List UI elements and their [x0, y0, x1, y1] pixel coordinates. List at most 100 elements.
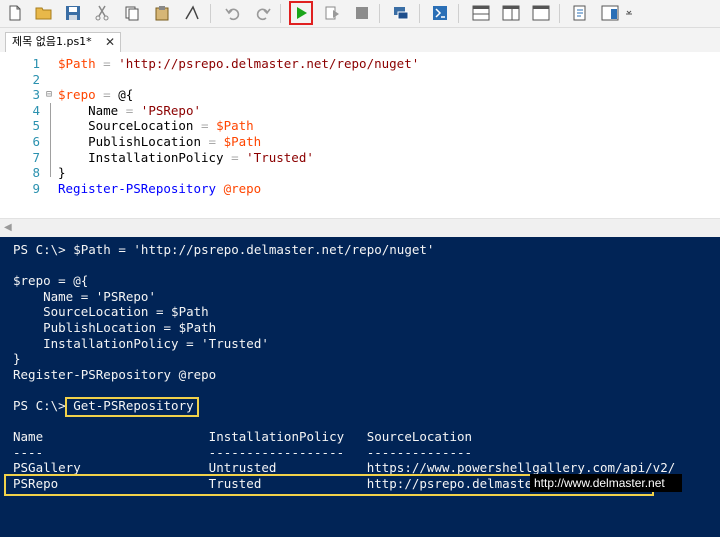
redo-button[interactable]	[252, 2, 274, 24]
new-document-icon	[9, 5, 21, 21]
cut-button[interactable]	[91, 2, 113, 24]
code-token: $Path	[58, 56, 96, 71]
toolbar	[0, 0, 720, 28]
code-token: 'http://psrepo.delmaster.net/repo/nuget'	[118, 56, 420, 71]
console-line: $repo = @{	[13, 273, 89, 289]
code-token: =	[95, 56, 119, 71]
code-line: }	[58, 165, 66, 181]
line-number: 5	[32, 118, 40, 134]
tab-strip: 제목 없음1.ps1* ✕	[0, 28, 720, 52]
code-token: $repo	[58, 87, 96, 103]
console-line: ---- ------------------ --------------	[13, 444, 473, 460]
code-token: @{	[118, 87, 134, 103]
line-number: 8	[32, 165, 40, 181]
toolbar-more-button[interactable]	[622, 2, 636, 24]
code-line: InstallationPolicy = 'Trusted'	[58, 150, 314, 166]
line-number: 7	[32, 149, 40, 165]
chevron-down-icon	[626, 10, 632, 15]
copy-icon	[125, 6, 139, 21]
code-token: =	[201, 118, 217, 134]
undo-button[interactable]	[222, 2, 244, 24]
script-editor[interactable]: 1 2 3 4 5 6 7 8 9 $Path = 'http://psrepo.delmaste…	[0, 52, 720, 218]
code-line: Register-PSRepository @repo	[58, 181, 261, 197]
get-psrepository-highlight	[65, 397, 199, 417]
console-line: }	[13, 351, 21, 367]
line-number: 4	[32, 102, 40, 118]
scissors-icon	[95, 5, 109, 21]
new-script-button[interactable]	[4, 2, 26, 24]
code-token: PublishLocation	[58, 134, 209, 149]
code-line: $Path = 'http://psrepo.delmaster.net/rep…	[58, 56, 419, 72]
copy-button[interactable]	[121, 2, 143, 24]
console-line: InstallationPolicy = 'Trusted'	[13, 335, 269, 351]
code-token: Name	[58, 102, 126, 118]
show-command-addon-button[interactable]	[599, 2, 621, 24]
undo-icon	[225, 8, 240, 21]
code-token: =	[95, 87, 119, 103]
toolbar-separator	[210, 4, 211, 23]
console-line: SourceLocation = $Path	[13, 304, 209, 320]
folder-open-icon	[35, 7, 52, 20]
toolbar-separator	[280, 4, 281, 23]
console-line: Name InstallationPolicy SourceLocation	[13, 429, 473, 445]
code-token: 'PSRepo'	[140, 102, 202, 118]
run-selection-button[interactable]	[321, 2, 343, 24]
new-remote-tab-button[interactable]	[390, 2, 412, 24]
remote-computer-icon	[394, 7, 409, 20]
toolbar-separator	[458, 4, 459, 23]
console-line: PublishLocation = $Path	[13, 320, 217, 335]
code-token: }	[58, 165, 66, 181]
code-token: SourceLocation	[58, 118, 201, 134]
scroll-left-icon[interactable]: ◀	[4, 222, 12, 233]
code-line: SourceLocation = $Path	[58, 118, 254, 134]
run-selection-icon	[325, 6, 339, 20]
command-window-icon	[573, 5, 586, 21]
layout-right-icon	[502, 5, 520, 21]
command-addon-icon	[601, 5, 619, 21]
tooltip: http://www.delmaster.net	[530, 474, 682, 492]
close-icon[interactable]: ✕	[105, 33, 115, 51]
console-line: Register-PSRepository @repo	[13, 366, 217, 382]
stop-button[interactable]	[351, 2, 373, 24]
code-line: Name = 'PSRepo'	[58, 103, 201, 119]
line-number: 9	[32, 180, 40, 196]
clear-icon	[185, 5, 199, 20]
start-powershell-button[interactable]	[429, 2, 451, 24]
code-token: InstallationPolicy	[58, 149, 232, 165]
tab-title: 제목 없음1.ps1*	[12, 35, 92, 48]
code-line: $repo = @{	[58, 87, 133, 103]
script-tab[interactable]: 제목 없음1.ps1* ✕	[5, 32, 121, 52]
save-button[interactable]	[62, 2, 84, 24]
powershell-icon	[433, 6, 447, 20]
clear-button[interactable]	[181, 2, 203, 24]
fold-toggle-icon[interactable]: ⊟	[46, 87, 52, 103]
code-token: @repo	[223, 180, 262, 196]
code-token: =	[125, 102, 141, 118]
layout-maximized-icon	[532, 5, 550, 21]
line-number: 1	[32, 56, 40, 71]
console-line: PS C:\> $Path = 'http://psrepo.delmaster…	[13, 242, 435, 257]
redo-icon	[256, 8, 271, 21]
layout-top-icon	[472, 5, 490, 21]
play-icon	[297, 7, 307, 19]
open-button[interactable]	[33, 2, 55, 24]
show-command-window-button[interactable]	[569, 2, 591, 24]
save-icon	[66, 6, 80, 20]
code-line: PublishLocation = $Path	[58, 134, 261, 150]
code-token: =	[231, 149, 247, 165]
code-token: =	[208, 134, 224, 149]
fold-guide	[50, 102, 51, 177]
horizontal-scrollbar[interactable]: ◀	[0, 218, 720, 237]
show-script-pane-maximized-button[interactable]	[530, 2, 552, 24]
console-line: Name = 'PSRepo'	[13, 288, 156, 304]
show-script-pane-top-button[interactable]	[470, 2, 492, 24]
paste-button[interactable]	[151, 2, 173, 24]
code-token: $Path	[223, 134, 262, 149]
line-number: 3	[32, 87, 40, 103]
line-number: 6	[32, 134, 40, 149]
code-token: 'Trusted'	[246, 149, 314, 165]
show-script-pane-right-button[interactable]	[500, 2, 522, 24]
run-script-button[interactable]	[289, 1, 313, 25]
toolbar-separator	[379, 4, 380, 23]
stop-icon	[356, 7, 368, 19]
